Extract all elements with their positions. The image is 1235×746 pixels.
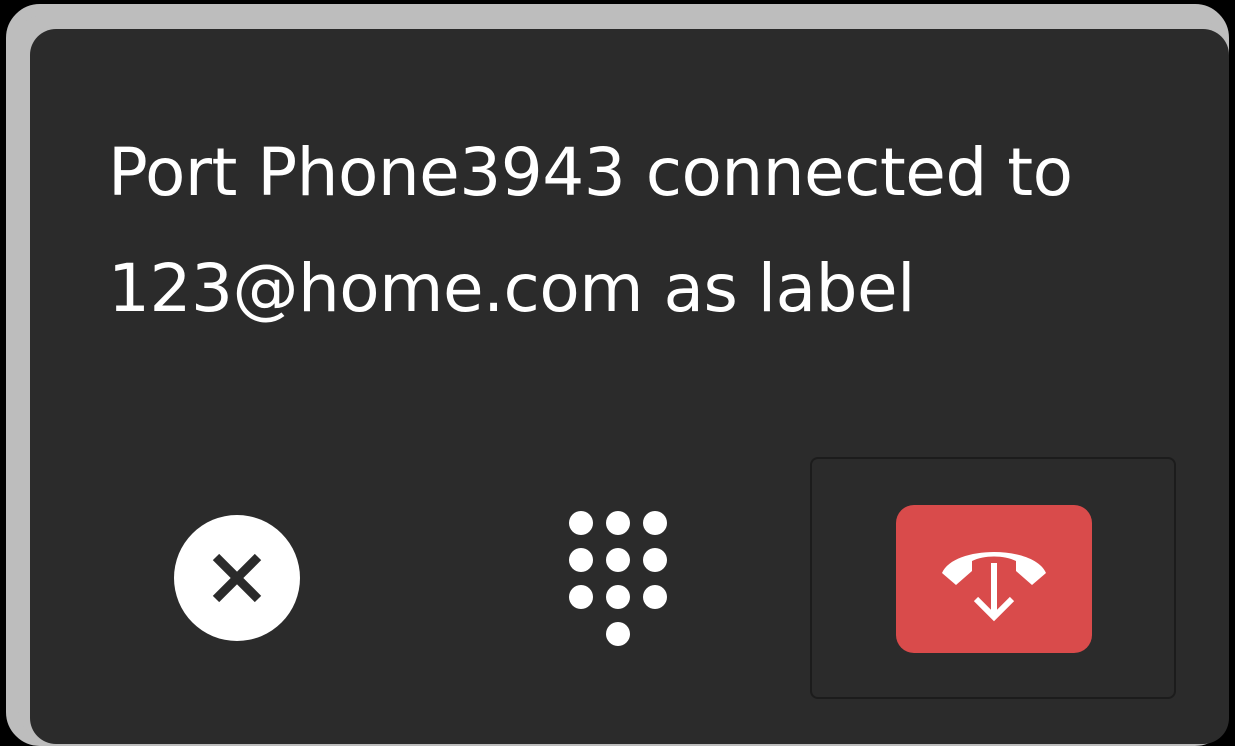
dialpad-icon	[569, 511, 667, 646]
dialpad-button[interactable]	[560, 506, 678, 654]
hangup-button-container	[810, 457, 1176, 699]
message-line-2: 123@home.com as label	[108, 250, 915, 327]
hangup-button[interactable]	[896, 505, 1092, 653]
dismiss-button[interactable]	[173, 514, 301, 642]
phone-hangup-icon	[942, 552, 1046, 622]
message-line-1: Port Phone3943 connected to	[108, 134, 1073, 211]
close-circle-icon	[174, 515, 300, 641]
notification-message: Port Phone3943 connected to 123@home.com…	[108, 115, 1168, 347]
